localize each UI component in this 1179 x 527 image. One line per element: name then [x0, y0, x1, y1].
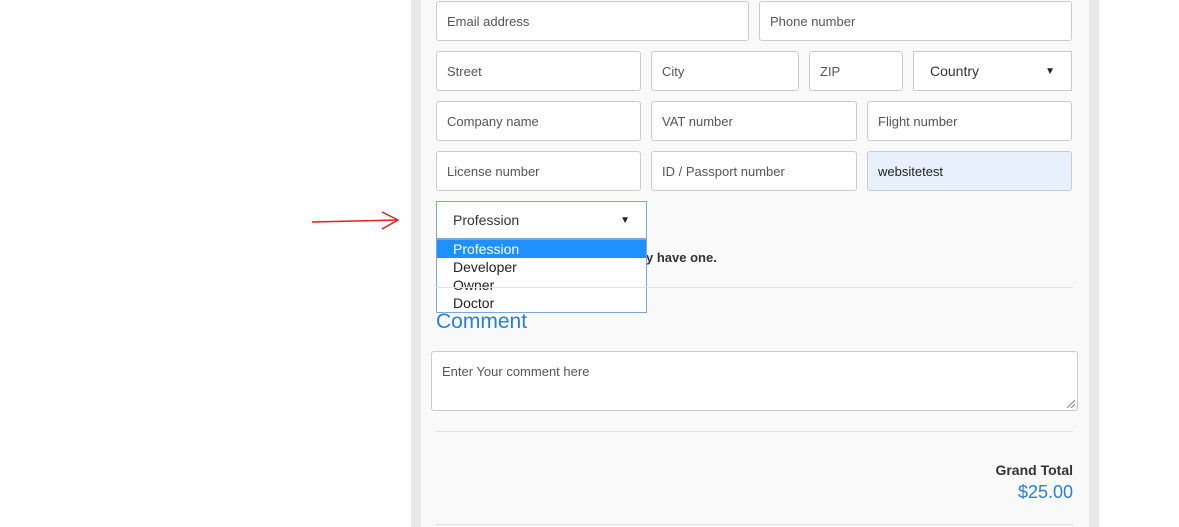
vat-number-field[interactable]: VAT number	[651, 101, 857, 141]
profession-option[interactable]: Owner	[437, 276, 646, 294]
license-number-field[interactable]: License number	[436, 151, 641, 191]
street-field[interactable]: Street	[436, 51, 641, 91]
grand-total-label: Grand Total	[995, 462, 1073, 478]
city-field[interactable]: City	[651, 51, 799, 91]
chevron-down-icon: ▼	[620, 214, 630, 226]
email-field[interactable]: Email address	[436, 1, 749, 41]
passport-number-field[interactable]: ID / Passport number	[651, 151, 857, 191]
divider	[436, 524, 1073, 525]
comment-placeholder: Enter Your comment here	[442, 364, 590, 379]
website-field[interactable]: websitetest	[867, 151, 1072, 191]
flight-number-field[interactable]: Flight number	[867, 101, 1072, 141]
chevron-down-icon: ▼	[1045, 65, 1055, 77]
profession-option[interactable]: Profession	[437, 240, 646, 258]
account-hint-text: y have one.	[646, 250, 717, 265]
profession-select-value: Profession	[453, 212, 520, 228]
country-select-value: Country	[930, 63, 980, 79]
zip-field[interactable]: ZIP	[809, 51, 903, 91]
profession-dropdown-list: Profession Developer Owner Doctor	[436, 239, 647, 313]
annotation-arrow-icon	[311, 211, 400, 230]
resize-handle-icon[interactable]	[1067, 400, 1075, 408]
comment-section-title: Comment	[436, 310, 528, 333]
company-name-field[interactable]: Company name	[436, 101, 641, 141]
comment-textarea[interactable]: Enter Your comment here	[431, 351, 1078, 411]
divider	[436, 431, 1073, 432]
country-select[interactable]: Country ▼	[913, 51, 1072, 91]
grand-total-value: $25.00	[1017, 482, 1073, 502]
profession-select[interactable]: Profession ▼	[436, 201, 647, 239]
profession-option[interactable]: Developer	[437, 258, 646, 276]
divider	[436, 287, 1073, 288]
phone-field[interactable]: Phone number	[759, 1, 1072, 41]
